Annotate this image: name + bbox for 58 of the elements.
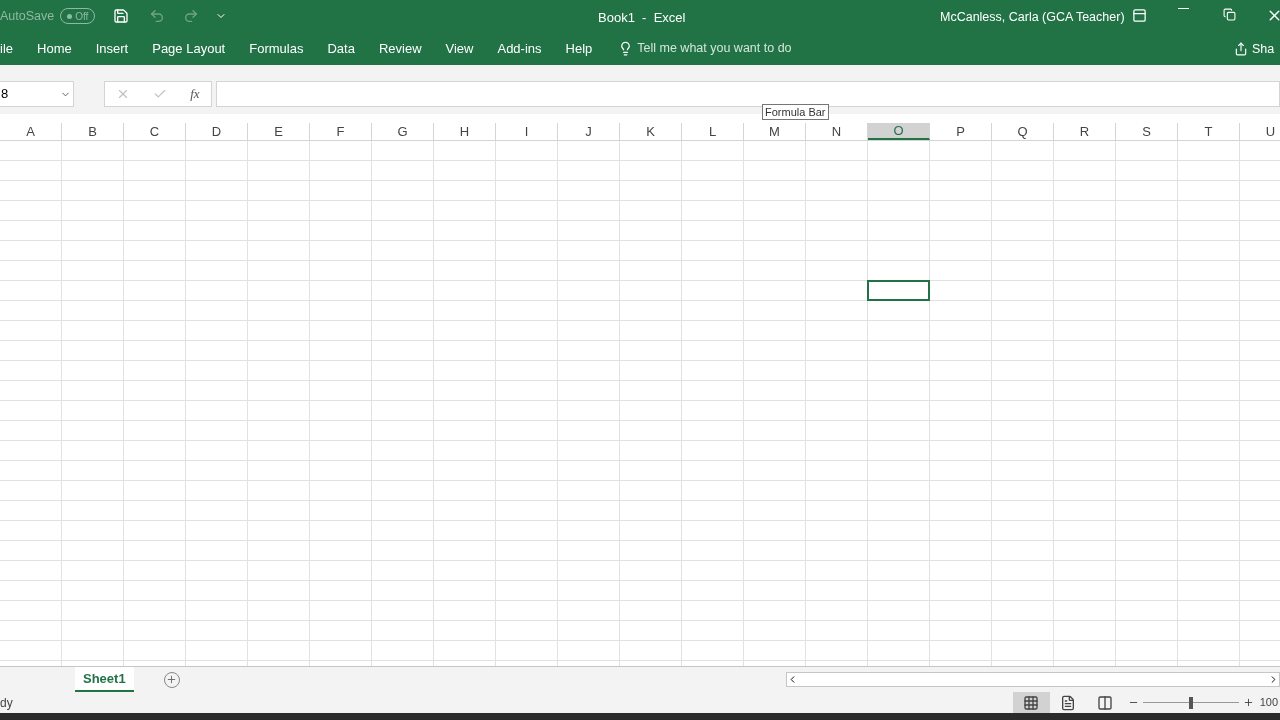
ribbon-tab[interactable]: Home <box>25 32 84 65</box>
share-button[interactable]: Sha <box>1234 40 1275 59</box>
enter-icon <box>153 87 168 101</box>
column-header[interactable]: J <box>558 123 620 140</box>
column-header[interactable]: D <box>186 123 248 140</box>
sheet-tab[interactable]: Sheet1 <box>75 667 134 692</box>
column-header[interactable]: L <box>682 123 744 140</box>
column-header[interactable]: K <box>620 123 682 140</box>
column-header[interactable]: U <box>1240 123 1280 140</box>
column-header[interactable]: O <box>868 123 930 140</box>
column-header[interactable]: A <box>0 123 62 140</box>
autosave-label: AutoSave <box>0 7 55 25</box>
ribbon-tab[interactable]: Insert <box>83 32 141 65</box>
name-box[interactable]: 8 <box>0 81 74 107</box>
ribbon-tab[interactable]: Page Layout <box>140 32 238 65</box>
ribbon-display-button[interactable] <box>1132 8 1147 23</box>
minimize-icon <box>1178 8 1189 9</box>
plus-icon <box>166 674 178 685</box>
column-header[interactable]: S <box>1116 123 1178 140</box>
page-icon <box>1060 694 1077 711</box>
tooltip: Formula Bar <box>762 104 829 120</box>
status-text: dy <box>0 694 13 712</box>
active-cell[interactable] <box>867 280 930 301</box>
column-header[interactable]: E <box>248 123 310 140</box>
formula-input[interactable] <box>216 81 1280 107</box>
column-header[interactable]: P <box>930 123 992 140</box>
zoom-percent: 100 <box>1259 695 1278 711</box>
column-header[interactable]: M <box>744 123 806 140</box>
user-name: McCanless, Carla (GCA Teacher) <box>940 9 1125 26</box>
insert-function-button[interactable]: fx <box>190 84 200 104</box>
column-header[interactable]: H <box>434 123 496 140</box>
ribbon-tab[interactable]: Formulas <box>237 32 316 65</box>
tell-me-field[interactable]: Tell me what you want to do <box>637 39 792 58</box>
ribbon-tab[interactable]: Review <box>366 32 434 65</box>
column-header[interactable]: B <box>62 123 124 140</box>
horizontal-scrollbar[interactable] <box>786 672 1280 687</box>
slider-thumb[interactable] <box>1188 696 1193 709</box>
column-header[interactable]: R <box>1054 123 1116 140</box>
column-header[interactable]: T <box>1178 123 1240 140</box>
ribbon-tab[interactable]: Add-ins <box>485 32 554 65</box>
plus-icon <box>1242 697 1254 708</box>
view-button[interactable] <box>1012 692 1050 713</box>
page-break-icon <box>1097 694 1114 711</box>
column-header[interactable]: I <box>496 123 558 140</box>
grid-icon <box>1023 694 1040 711</box>
ribbon-tab[interactable]: View <box>433 32 486 65</box>
ribbon-tab[interactable]: Data <box>315 32 367 65</box>
column-header[interactable]: F <box>310 123 372 140</box>
zoom-slider[interactable] <box>1142 696 1239 709</box>
restore-button[interactable] <box>1223 8 1236 21</box>
ribbon-tab[interactable]: ile <box>0 32 25 65</box>
ribbon-tab[interactable]: Help <box>553 32 605 65</box>
share-icon <box>1234 42 1248 57</box>
window-title: Book1 - Excel <box>598 9 686 27</box>
column-header[interactable]: C <box>124 123 186 140</box>
column-header[interactable]: G <box>372 123 434 140</box>
zoom-in-button[interactable] <box>1242 697 1254 708</box>
column-header[interactable]: Q <box>992 123 1054 140</box>
